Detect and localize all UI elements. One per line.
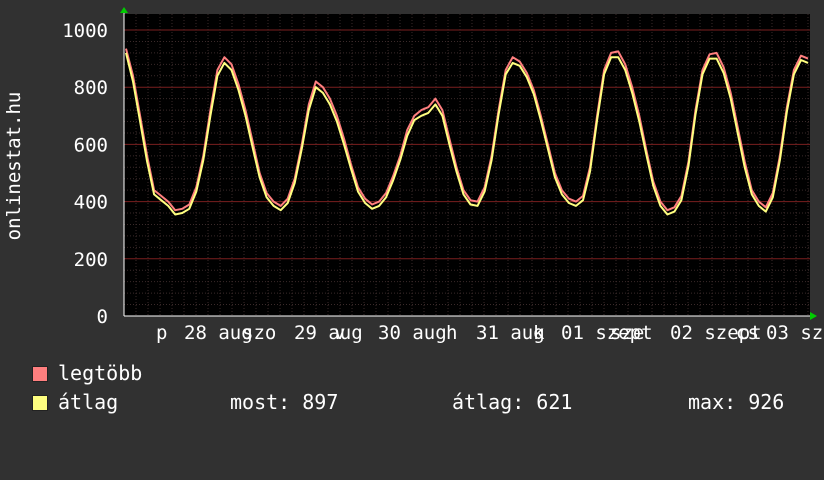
x-tick-label: szo [242,322,276,344]
legend-label-avg: átlag [58,390,119,414]
legend-label-max: legtöbb [58,361,143,385]
y-tick-label: 1000 [62,20,108,42]
y-tick-label: 600 [74,134,108,156]
x-tick-label: sze [610,322,644,344]
x-tick-label: cs [736,322,759,344]
y-axis-label: onlinestat.hu [3,92,25,241]
legend-swatch-max [32,366,48,382]
x-tick-label: 30 aug [378,322,447,344]
legend-swatch-avg [32,395,48,411]
legend-item-max: legtöbb [32,362,142,384]
y-tick-label: 0 [97,306,108,328]
x-tick-label: k [533,322,545,344]
stat-max: max: 926 [688,390,785,414]
stat-average: átlag: 621 [452,390,573,414]
x-tick-labels: p 28 augszo 29 augv 30 aug h 31 augk 01 szepts… [156,322,824,344]
x-tick-label: v [334,322,345,344]
x-tick-label: 29 aug [294,322,363,344]
y-tick-label: 200 [74,249,108,271]
legend-item-avg: átlag [32,391,118,413]
y-tick-labels: 0 200 400 600 800 1000 [62,20,108,328]
y-tick-label: 800 [74,77,108,99]
x-tick-label: 03 szept [766,322,824,344]
stat-now: most: 897 [230,390,339,414]
y-tick-label: 400 [74,192,108,214]
x-tick-label: h [446,322,457,344]
x-tick-label: p [156,322,167,344]
y-axis-arrow-icon [120,7,128,13]
x-axis-arrow-icon [810,312,817,320]
